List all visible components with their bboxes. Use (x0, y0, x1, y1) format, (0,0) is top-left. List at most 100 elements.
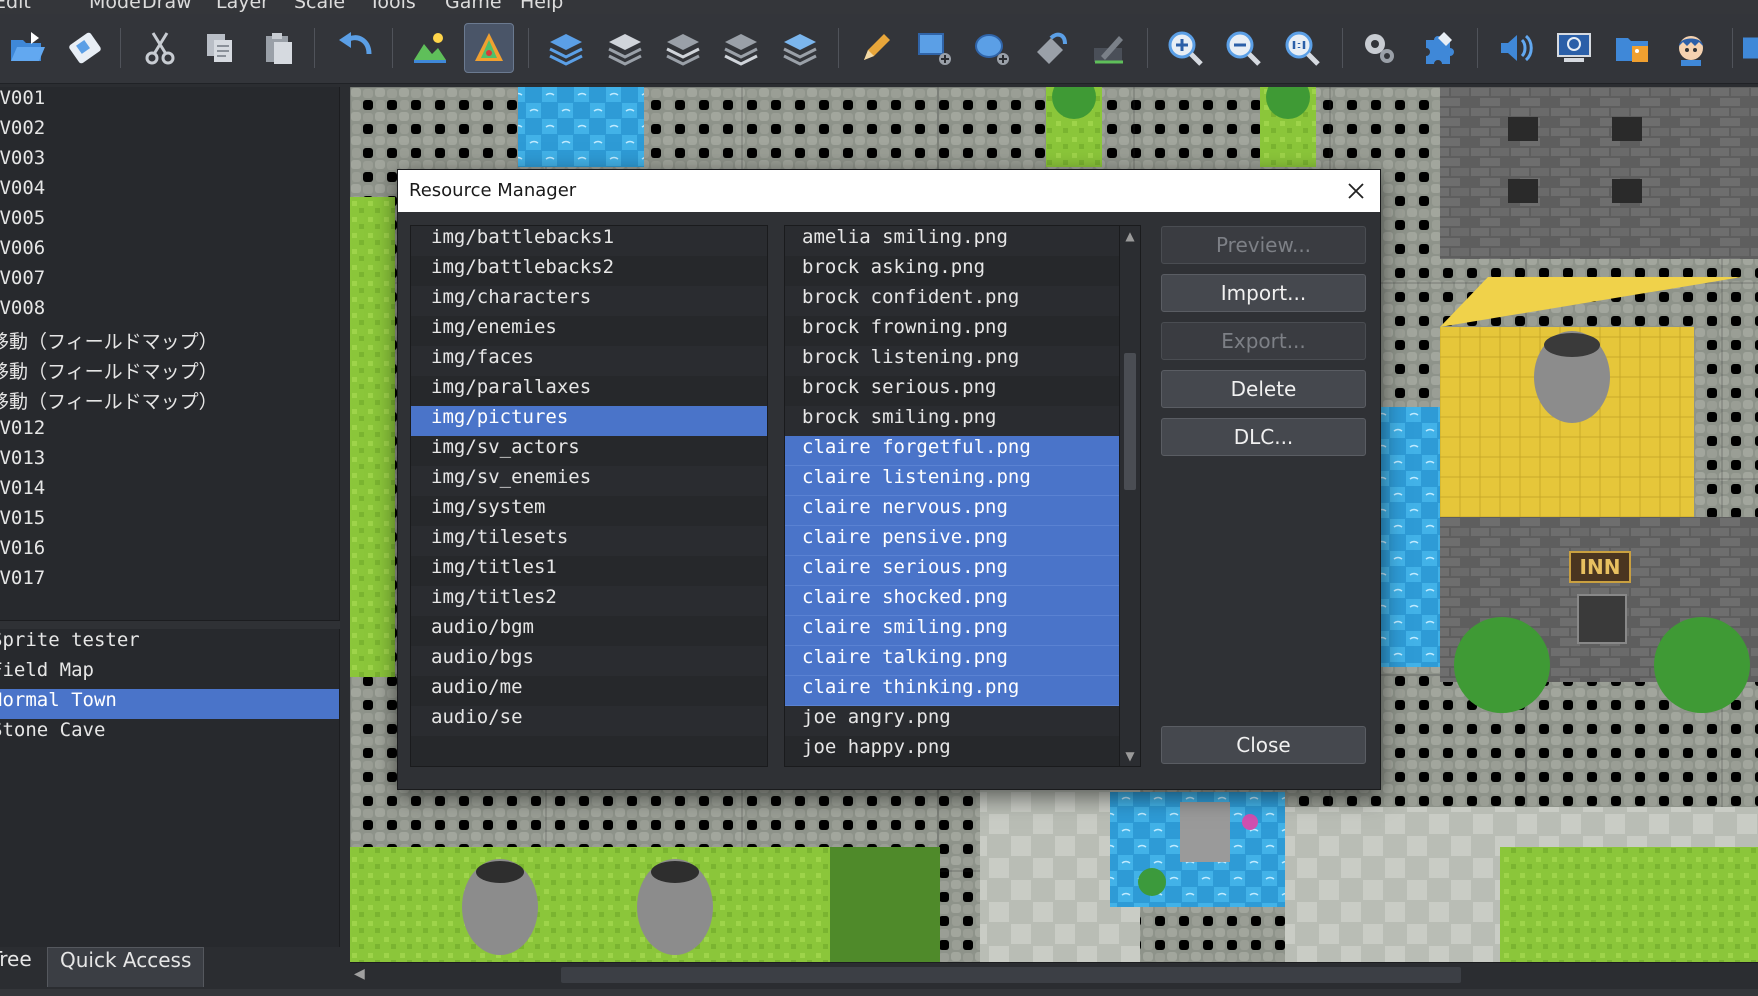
menu-layer[interactable]: Layer (216, 0, 269, 13)
event-item[interactable]: EV013 (0, 447, 339, 477)
ellipse-icon[interactable] (967, 23, 1017, 73)
folder-item[interactable]: audio/bgm (411, 616, 767, 646)
map-tree-item[interactable]: Sprite tester (0, 629, 339, 659)
file-item[interactable]: brock serious.png (785, 376, 1119, 406)
file-item[interactable]: joe angry.png (785, 706, 1119, 736)
close-icon[interactable] (1342, 177, 1370, 205)
folder-item[interactable]: audio/bgs (411, 646, 767, 676)
scrollbar-thumb[interactable] (1124, 353, 1136, 490)
pencil-icon[interactable] (851, 23, 901, 73)
event-item[interactable]: EV007 (0, 267, 339, 297)
event-item[interactable]: EV014 (0, 477, 339, 507)
event-item[interactable]: 移動（フィールドマップ） (0, 357, 339, 387)
save-project-icon[interactable] (60, 23, 110, 73)
folder-item[interactable]: img/titles1 (411, 556, 767, 586)
file-list-scrollbar[interactable]: ▲ ▼ (1119, 226, 1140, 766)
folder-item-selected[interactable]: img/pictures (411, 406, 767, 436)
scroll-up-icon[interactable]: ▲ (1123, 229, 1137, 243)
event-item[interactable]: EV016 (0, 537, 339, 567)
shadow-pen-icon[interactable] (1084, 23, 1134, 73)
layer-4-icon[interactable] (775, 23, 825, 73)
flood-fill-icon[interactable] (1026, 23, 1076, 73)
event-item[interactable]: EV002 (0, 117, 339, 147)
event-mode-icon[interactable] (464, 23, 514, 73)
zoom-in-icon[interactable] (1160, 23, 1210, 73)
folder-item[interactable]: img/parallaxes (411, 376, 767, 406)
rectangle-icon[interactable] (909, 23, 959, 73)
folder-item[interactable]: img/battlebacks2 (411, 256, 767, 286)
file-item[interactable]: brock frowning.png (785, 316, 1119, 346)
event-searcher-icon[interactable] (1549, 23, 1599, 73)
map-tree-item-selected[interactable]: Normal Town (0, 689, 339, 719)
folder-item[interactable]: img/characters (411, 286, 767, 316)
file-item-selected[interactable]: claire serious.png (785, 556, 1119, 586)
database-icon[interactable] (1354, 23, 1404, 73)
import-button[interactable]: Import... (1161, 274, 1366, 312)
file-item[interactable]: brock smiling.png (785, 406, 1119, 436)
event-item[interactable]: EV001 (0, 87, 339, 117)
folder-item[interactable]: img/titles2 (411, 586, 767, 616)
file-item-selected[interactable]: claire shocked.png (785, 586, 1119, 616)
file-item[interactable]: amelia smiling.png (785, 226, 1119, 256)
folder-item[interactable]: img/enemies (411, 316, 767, 346)
event-item[interactable]: EV004 (0, 177, 339, 207)
file-item-selected[interactable]: claire smiling.png (785, 616, 1119, 646)
menu-help[interactable]: Help (520, 0, 563, 13)
actual-size-icon[interactable] (1277, 23, 1327, 73)
folder-item[interactable]: img/system (411, 496, 767, 526)
map-tree-item[interactable]: Stone Cave (0, 719, 339, 749)
file-item[interactable]: brock asking.png (785, 256, 1119, 286)
panel-splitter[interactable] (0, 621, 340, 629)
close-button[interactable]: Close (1161, 726, 1366, 764)
open-project-icon[interactable] (2, 23, 52, 73)
event-item[interactable]: 移動（フィールドマップ） (0, 387, 339, 417)
paste-icon[interactable] (253, 23, 303, 73)
folder-item[interactable]: img/sv_actors (411, 436, 767, 466)
event-item[interactable]: EV015 (0, 507, 339, 537)
file-item[interactable]: joe happy.png (785, 736, 1119, 766)
event-item[interactable]: EV012 (0, 417, 339, 447)
scrollbar-thumb[interactable] (561, 967, 1461, 983)
menu-scale[interactable]: Scale (294, 0, 345, 13)
menu-draw[interactable]: Draw (142, 0, 192, 13)
folder-item[interactable]: img/tilesets (411, 526, 767, 556)
event-item[interactable]: EV017 (0, 567, 339, 597)
delete-button[interactable]: Delete (1161, 370, 1366, 408)
undo-icon[interactable] (330, 23, 380, 73)
folder-item[interactable]: img/faces (411, 346, 767, 376)
file-item-selected[interactable]: claire talking.png (785, 646, 1119, 676)
cut-icon[interactable] (135, 23, 185, 73)
scroll-down-icon[interactable]: ▼ (1123, 749, 1137, 763)
map-mode-icon[interactable] (405, 23, 455, 73)
zoom-out-icon[interactable] (1218, 23, 1268, 73)
folder-item[interactable]: img/sv_enemies (411, 466, 767, 496)
map-tree-item[interactable]: Field Map (0, 659, 339, 689)
event-item[interactable]: EV008 (0, 297, 339, 327)
resource-manager-icon[interactable] (1607, 23, 1657, 73)
preview-button[interactable]: Preview... (1161, 226, 1366, 264)
scroll-left-icon[interactable]: ◀ (354, 966, 365, 982)
file-item-selected[interactable]: claire nervous.png (785, 496, 1119, 526)
file-item[interactable]: brock confident.png (785, 286, 1119, 316)
folder-item[interactable]: audio/me (411, 676, 767, 706)
event-item[interactable]: 移動（フィールドマップ） (0, 327, 339, 357)
event-item[interactable]: EV005 (0, 207, 339, 237)
export-button[interactable]: Export... (1161, 322, 1366, 360)
file-item-selected[interactable]: claire thinking.png (785, 676, 1119, 706)
event-item[interactable]: EV003 (0, 147, 339, 177)
play-test-icon[interactable] (1740, 23, 1758, 73)
menu-edit[interactable]: Edit (0, 0, 31, 13)
menu-game[interactable]: Game (445, 0, 502, 13)
menu-tools[interactable]: Tools (369, 0, 416, 13)
map-horizontal-scrollbar[interactable]: ◀ (350, 962, 1758, 986)
sound-test-icon[interactable] (1490, 23, 1540, 73)
copy-icon[interactable] (194, 23, 244, 73)
character-generator-icon[interactable] (1666, 23, 1716, 73)
event-item[interactable]: EV006 (0, 237, 339, 267)
layer-3-icon[interactable] (716, 23, 766, 73)
layer-1-icon[interactable] (600, 23, 650, 73)
tab-tree[interactable]: Tree (0, 947, 44, 987)
dlc-button[interactable]: DLC... (1161, 418, 1366, 456)
plugin-manager-icon[interactable] (1413, 23, 1463, 73)
file-item-selected[interactable]: claire forgetful.png (785, 436, 1119, 466)
